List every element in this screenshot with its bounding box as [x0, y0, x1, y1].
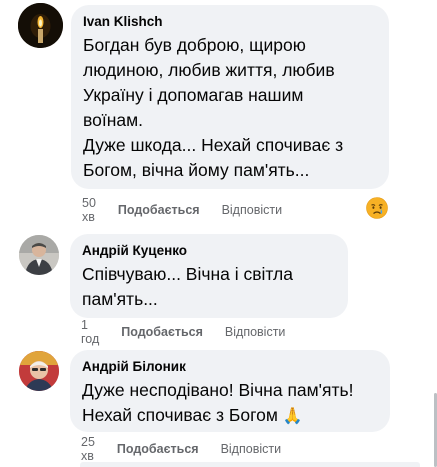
- comment-bubble: Андрій Білоник Дуже несподівано! Вічна п…: [70, 350, 390, 432]
- next-comment-bubble-edge: [80, 462, 420, 467]
- crying-face-icon[interactable]: [366, 197, 388, 219]
- avatar[interactable]: [19, 235, 59, 275]
- comment-author[interactable]: Андрій Білоник: [82, 358, 378, 375]
- like-button[interactable]: Подобається: [121, 325, 203, 339]
- comment-actions: 1 год Подобається Відповісти: [81, 318, 286, 346]
- comment-text: Дуже несподівано! Вічна пам'ять! Нехай с…: [82, 378, 378, 429]
- like-button[interactable]: Подобається: [117, 442, 199, 456]
- comment-bubble: Ivan Klishch Богдан був доброю, щирою лю…: [71, 5, 389, 189]
- like-button[interactable]: Подобається: [118, 203, 200, 217]
- comment-text-body: Дуже несподівано! Вічна пам'ять! Нехай с…: [82, 380, 354, 425]
- comment-text: Богдан був доброю, щирою людиною, любив …: [83, 35, 344, 180]
- comment-time[interactable]: 50 хв: [82, 196, 96, 224]
- comment-time[interactable]: 25 хв: [81, 435, 95, 463]
- reply-button[interactable]: Відповісти: [221, 442, 282, 456]
- user-photo-icon: [19, 235, 59, 275]
- comment-text: Співчуваю... Вічна і світла пам'ять...: [82, 264, 293, 309]
- comment-author[interactable]: Ivan Klishch: [83, 13, 377, 30]
- avatar[interactable]: [19, 351, 59, 391]
- comment-bubble: Андрій Куценко Співчуваю... Вічна і світ…: [70, 234, 348, 318]
- reply-button[interactable]: Відповісти: [222, 203, 283, 217]
- user-photo-icon: [19, 351, 59, 391]
- reply-button[interactable]: Відповісти: [225, 325, 286, 339]
- avatar[interactable]: [18, 3, 63, 48]
- candle-icon: [18, 3, 63, 48]
- comment-actions: 25 хв Подобається Відповісти: [81, 435, 282, 463]
- comment-actions: 50 хв Подобається Відповісти: [82, 196, 283, 224]
- comment-author[interactable]: Андрій Куценко: [82, 242, 336, 259]
- comment-time[interactable]: 1 год: [81, 318, 99, 346]
- folded-hands-icon: 🙏: [282, 408, 303, 425]
